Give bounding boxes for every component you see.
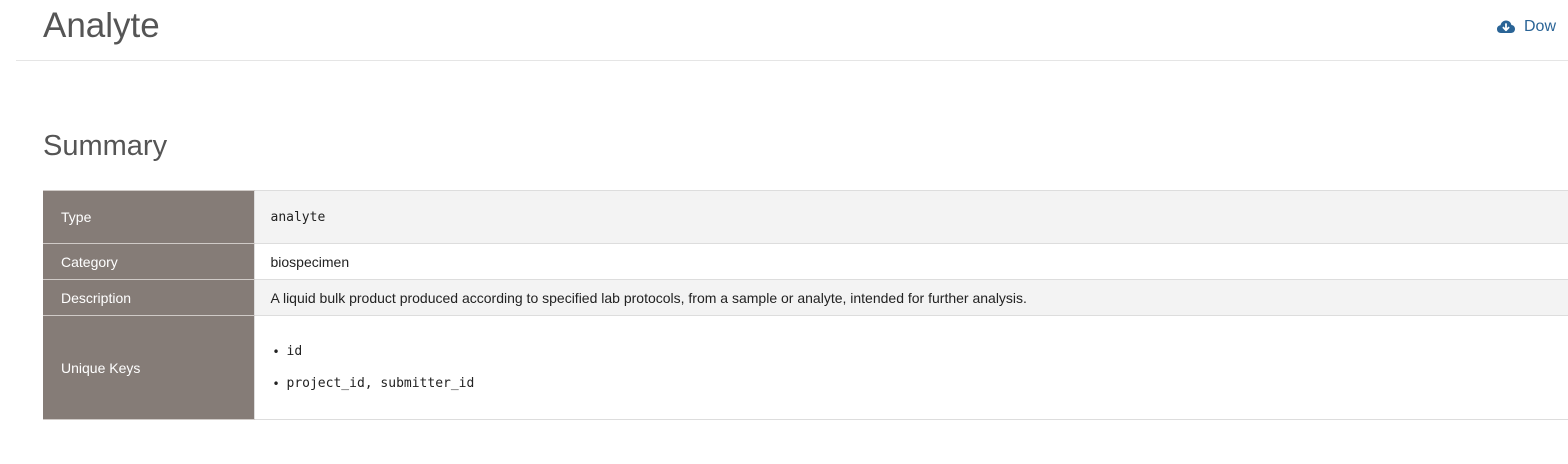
- row-key-category: Category: [43, 243, 254, 280]
- summary-title: Summary: [43, 130, 168, 162]
- row-value-description: A liquid bulk product produced according…: [253, 279, 1568, 316]
- page: Analyte Dow Summary Type analyte Categor…: [0, 0, 1568, 464]
- row-key-unique-keys: Unique Keys: [43, 315, 254, 420]
- unique-key-text: id: [286, 344, 303, 359]
- row-value-unique-keys: • id • project_id, submitter_id: [253, 315, 1568, 420]
- table-row: Category biospecimen: [43, 243, 1568, 280]
- unique-key-text: project_id, submitter_id: [286, 376, 475, 391]
- list-item: • id: [272, 344, 303, 359]
- table-row: Description A liquid bulk product produc…: [43, 279, 1568, 316]
- row-value-type: analyte: [253, 190, 1568, 244]
- cloud-download-icon: [1496, 19, 1516, 35]
- download-button[interactable]: Dow: [1496, 18, 1556, 36]
- summary-table: Type analyte Category biospecimen Descri…: [43, 190, 1568, 420]
- row-value-category: biospecimen: [253, 243, 1568, 280]
- download-label: Dow: [1524, 18, 1557, 35]
- unique-keys-list: • id • project_id, submitter_id: [271, 343, 1568, 393]
- table-row: Type analyte: [43, 190, 1568, 244]
- table-row: Unique Keys • id • project_id, submitter_i…: [43, 315, 1568, 420]
- top-strip: [0, 0, 1568, 12]
- list-item: • project_id, submitter_id: [272, 376, 475, 391]
- row-key-description: Description: [43, 279, 254, 316]
- row-key-type: Type: [43, 190, 254, 244]
